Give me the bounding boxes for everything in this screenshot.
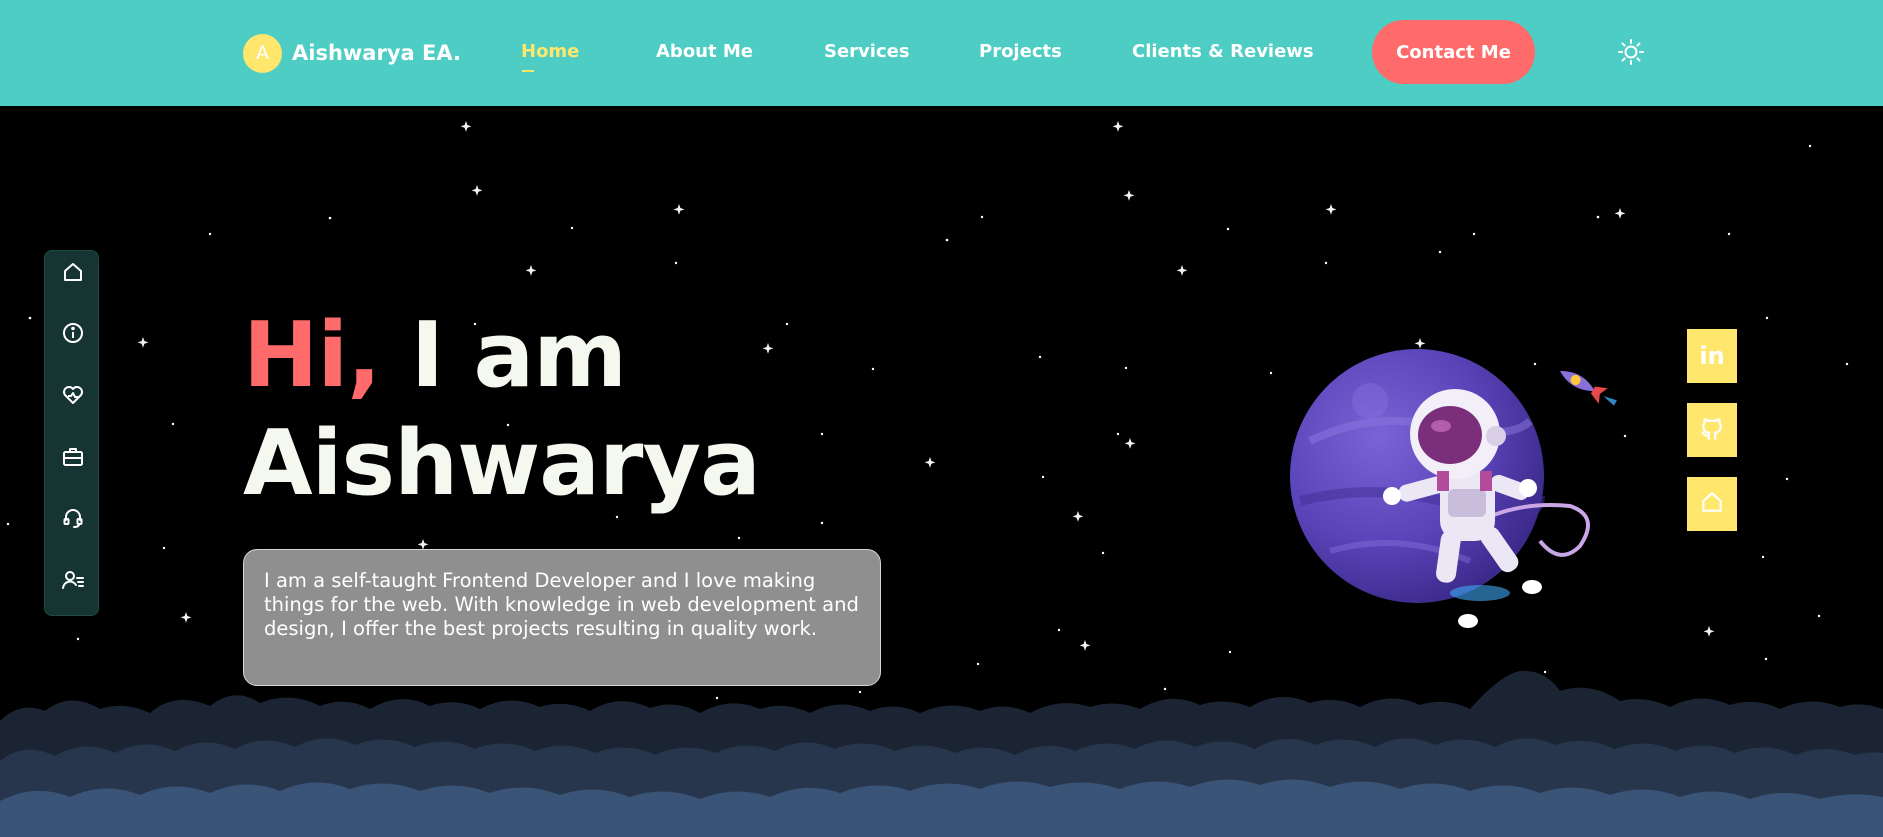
- hero-greeting-rest: I am: [380, 303, 627, 408]
- cloud-layer: [0, 670, 1883, 837]
- hero-headline: Hi, I am Aishwarya: [243, 302, 761, 518]
- nav-home[interactable]: Home: [521, 41, 579, 62]
- nav-projects[interactable]: Projects: [979, 41, 1062, 62]
- brand[interactable]: A Aishwarya EA.: [243, 33, 461, 73]
- side-nav-contact[interactable]: [45, 562, 100, 602]
- hero-name: Aishwarya: [243, 411, 761, 516]
- side-nav: [44, 250, 99, 616]
- github-link[interactable]: [1687, 403, 1737, 457]
- home-icon: [1699, 489, 1725, 520]
- sun-icon[interactable]: [1617, 38, 1645, 66]
- brand-name[interactable]: Aishwarya EA.: [292, 41, 461, 65]
- contact-me-button[interactable]: Contact Me: [1372, 20, 1535, 84]
- nav-clients-reviews[interactable]: Clients & Reviews: [1132, 41, 1314, 62]
- user-list-icon: [61, 568, 85, 597]
- side-nav-projects[interactable]: [45, 439, 100, 479]
- headset-icon: [61, 506, 85, 535]
- github-icon: [1699, 415, 1725, 446]
- brand-avatar[interactable]: A: [243, 33, 282, 73]
- hero-section: Hi, I am Aishwarya I am a self-taught Fr…: [0, 106, 1883, 837]
- active-nav-indicator: [522, 70, 534, 72]
- linkedin-link[interactable]: in: [1687, 329, 1737, 383]
- side-nav-clients[interactable]: [45, 500, 100, 540]
- linkedin-icon: in: [1699, 342, 1725, 370]
- nav-services[interactable]: Services: [824, 41, 910, 62]
- briefcase-icon: [61, 445, 85, 474]
- side-nav-about[interactable]: [45, 315, 100, 355]
- hero-greeting: Hi,: [243, 303, 381, 408]
- info-icon: [61, 321, 85, 350]
- astronaut-illustration: [1290, 349, 1617, 628]
- nav-about-me[interactable]: About Me: [656, 41, 753, 62]
- home-icon: [61, 260, 85, 289]
- service-heart-icon: [61, 383, 85, 412]
- side-nav-services[interactable]: [45, 377, 100, 417]
- top-navbar: A Aishwarya EA. Home About Me Services P…: [0, 0, 1883, 106]
- side-nav-home[interactable]: [45, 254, 100, 294]
- website-link[interactable]: [1687, 477, 1737, 531]
